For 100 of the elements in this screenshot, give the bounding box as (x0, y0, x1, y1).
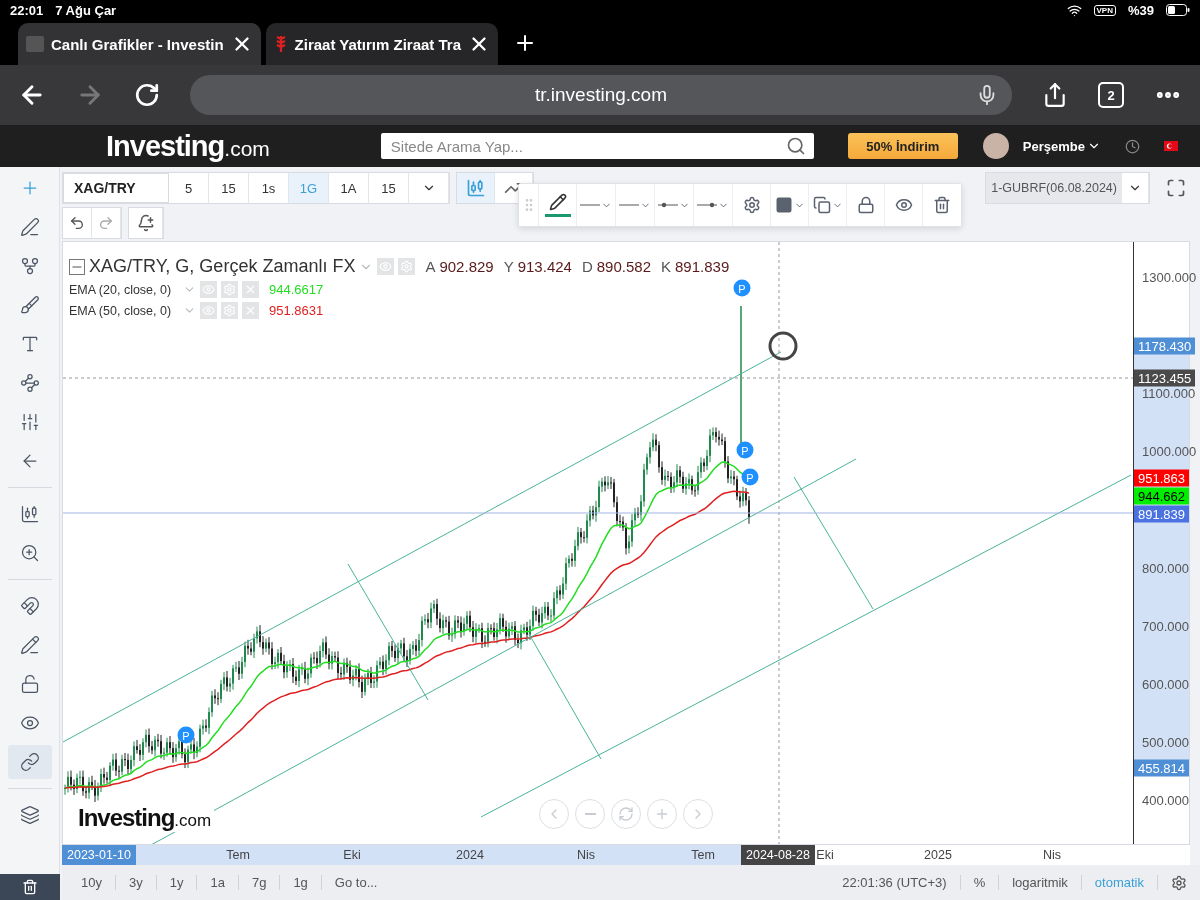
chart-title: XAG/TRY, G, Gerçek Zamanlı FX (89, 256, 356, 277)
drag-handle[interactable] (519, 184, 539, 226)
eye-icon (202, 304, 215, 317)
channel-width-line[interactable] (347, 563, 429, 701)
site-logo[interactable]: Investing.com (106, 129, 270, 163)
range-button[interactable]: 10y (68, 875, 116, 890)
range-button[interactable]: 1a (197, 875, 239, 890)
price-tag: 455.814 (1134, 759, 1189, 777)
battery-icon (1166, 4, 1190, 16)
status-date: 7 Ağu Çar (55, 2, 117, 18)
time-label: Eki (816, 848, 834, 862)
remove-toggle[interactable] (242, 281, 259, 298)
candlestick-icon (19, 504, 40, 524)
sliders-icon (19, 412, 40, 432)
line-style-dropdown[interactable] (655, 184, 694, 226)
visibility-toggle[interactable] (200, 302, 217, 319)
pencil-icon (548, 193, 567, 211)
fork-icon (19, 256, 40, 276)
browser-tab[interactable]: Canlı Grafikler - Investin (18, 23, 261, 65)
visibility-button[interactable] (885, 184, 923, 226)
fill-button[interactable] (771, 184, 809, 226)
trash-icon (933, 196, 951, 214)
line-style-icon (580, 202, 600, 208)
settings-button[interactable] (733, 184, 771, 226)
range-button[interactable]: 1g (280, 875, 322, 890)
avatar[interactable] (982, 133, 1009, 159)
visibility-toggle[interactable] (200, 281, 217, 298)
search-field[interactable]: Sitede Arama Yap... (380, 133, 814, 159)
indicator-value: 944.6617 (269, 282, 324, 297)
time-label: Eki (343, 848, 361, 862)
time-label: 2024 (456, 848, 484, 862)
delete-drawings-button[interactable] (0, 874, 60, 900)
flag-icon[interactable] (1164, 141, 1178, 151)
range-button[interactable]: 7g (238, 875, 281, 890)
minus-icon (584, 813, 596, 815)
pencil-icon (19, 635, 40, 655)
bell-plus-icon (136, 214, 155, 232)
close-icon (244, 304, 257, 317)
ohlc-label: Y (503, 258, 514, 275)
clock-icon[interactable] (1125, 138, 1140, 154)
go-to-button[interactable]: Go to... (321, 875, 391, 890)
visibility-toggle[interactable] (377, 258, 395, 275)
remove-toggle[interactable] (242, 302, 259, 319)
copy-button[interactable] (809, 184, 847, 226)
symbol-field[interactable]: XAG/TRY (63, 173, 169, 203)
range-button[interactable]: 1y (156, 875, 198, 890)
eye-icon (379, 260, 393, 273)
compare-symbol[interactable]: 1-GUBRF(06.08.2024) (986, 173, 1122, 203)
settings-toggle[interactable] (221, 281, 238, 298)
brush-icon (19, 295, 40, 315)
zoom-in-icon (19, 543, 40, 563)
ohlc-label: K (661, 258, 671, 275)
line-style-dropdown[interactable] (616, 184, 655, 226)
wifi-icon (1066, 2, 1082, 18)
channel-line[interactable] (63, 351, 782, 743)
pen-line-icon (19, 217, 40, 237)
ohlc-value: 902.829 (439, 258, 494, 275)
drawing-tool-button[interactable] (7, 745, 52, 779)
user-menu[interactable]: Perşembe (1016, 137, 1107, 155)
reload-icon[interactable] (134, 82, 160, 108)
ohlc-value: 890.582 (596, 258, 651, 275)
time-tag: 2024-08-28 (741, 845, 815, 865)
layers-icon (19, 805, 40, 825)
undo-icon (69, 215, 85, 231)
settings-icon (400, 260, 414, 273)
promo-button[interactable]: 50% İndirim (847, 133, 958, 159)
delete-button[interactable] (923, 184, 961, 226)
magnet-icon (19, 596, 40, 616)
range-button[interactable]: 3y (115, 875, 157, 890)
settings-toggle[interactable] (221, 302, 238, 319)
lock-button[interactable] (847, 184, 885, 226)
line-color-button[interactable] (539, 184, 577, 226)
eye-icon (894, 196, 913, 214)
lock-icon (856, 196, 875, 214)
share-icon[interactable] (1042, 82, 1068, 108)
price-tick: 1300.000 (1142, 269, 1197, 285)
time-label: 2025 (924, 848, 952, 862)
price-tick: 1100.000 (1142, 385, 1196, 401)
scale-option[interactable]: % (960, 875, 1000, 890)
browser-tab[interactable]: Ziraat Yatırım Ziraat Tra (265, 23, 499, 65)
indicator-name: EMA (50, close, 0) (69, 303, 173, 318)
search-icon[interactable] (785, 136, 806, 156)
address-field[interactable]: tr.investing.com (190, 75, 1012, 115)
scale-option[interactable]: logaritmik (999, 875, 1082, 890)
settings-icon (742, 196, 761, 214)
settings-toggle[interactable] (398, 258, 416, 275)
unlock-icon (19, 674, 40, 694)
tab-count[interactable]: 2 (1098, 82, 1124, 108)
price-tick: 700.000 (1142, 618, 1189, 634)
candle-chart-button[interactable] (457, 173, 495, 203)
close-icon (244, 283, 257, 296)
vpn-indicator: VPN (1093, 4, 1116, 16)
battery-level: %39 (1127, 2, 1154, 18)
nodes-icon (19, 373, 40, 393)
redo-icon (98, 215, 114, 231)
indicator-name: EMA (20, close, 0) (69, 282, 173, 297)
collapse-icon[interactable] (69, 258, 85, 275)
time-label: Nis (576, 848, 596, 862)
settings-icon (1171, 874, 1187, 891)
time-label: Nis (1042, 848, 1062, 862)
